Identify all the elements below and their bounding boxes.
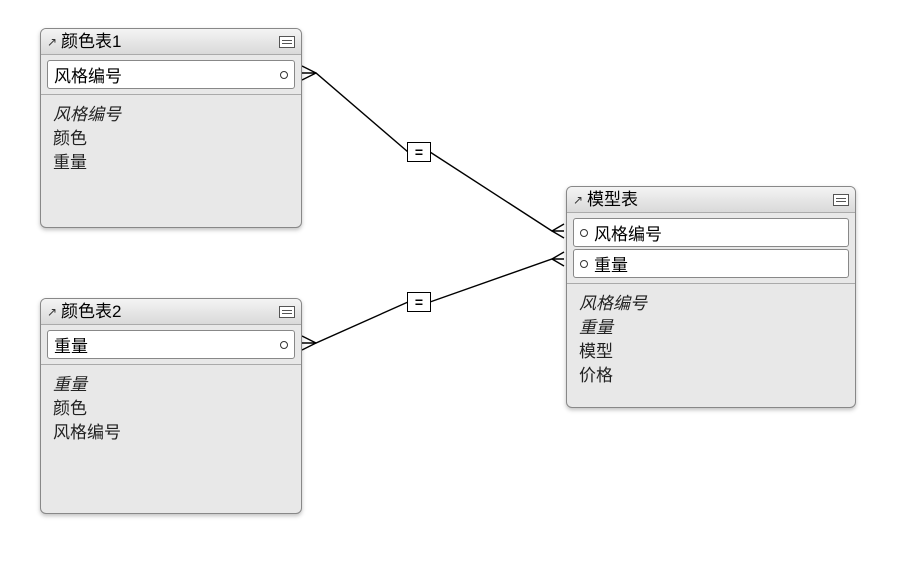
table-model-field-3[interactable]: 价格 — [579, 364, 843, 388]
divider — [41, 94, 301, 95]
table-model-field-0[interactable]: 风格编号 — [579, 292, 843, 316]
expand-arrow-icon: ↗ — [47, 305, 61, 319]
table-color1[interactable]: ↗ 颜色表1 风格编号 风格编号 颜色 重量 — [40, 28, 302, 228]
relationship-operator-2[interactable]: = — [407, 292, 431, 312]
table-color1-field-1[interactable]: 颜色 — [53, 127, 289, 151]
table-model-title: 模型表 — [587, 191, 833, 208]
table-color2-field-1[interactable]: 颜色 — [53, 397, 289, 421]
table-color1-key-0-label: 风格编号 — [54, 62, 280, 87]
table-model-titlebar[interactable]: ↗ 模型表 — [567, 187, 855, 213]
table-color2-fields: 重量 颜色 风格编号 — [41, 369, 301, 453]
expand-arrow-icon: ↗ — [47, 35, 61, 49]
table-color1-field-2[interactable]: 重量 — [53, 151, 289, 175]
table-color2-title: 颜色表2 — [61, 303, 279, 320]
menu-icon[interactable] — [833, 194, 849, 206]
table-color1-title: 颜色表1 — [61, 33, 279, 50]
table-color2-field-2[interactable]: 风格编号 — [53, 421, 289, 445]
menu-icon[interactable] — [279, 306, 295, 318]
divider — [41, 364, 301, 365]
table-model-key-0-label: 风格编号 — [594, 220, 842, 245]
connector-dot-icon — [580, 260, 588, 268]
expand-arrow-icon: ↗ — [573, 193, 587, 207]
connector-dot-icon — [280, 341, 288, 349]
table-color1-titlebar[interactable]: ↗ 颜色表1 — [41, 29, 301, 55]
table-model-key-0[interactable]: 风格编号 — [573, 218, 849, 247]
menu-icon[interactable] — [279, 36, 295, 48]
table-model-fields: 风格编号 重量 模型 价格 — [567, 288, 855, 396]
table-color2-key-0-label: 重量 — [54, 332, 280, 357]
connector-dot-icon — [580, 229, 588, 237]
table-color1-field-0[interactable]: 风格编号 — [53, 103, 289, 127]
table-model[interactable]: ↗ 模型表 风格编号 重量 风格编号 重量 模型 价格 — [566, 186, 856, 408]
relationship-operator-1-label: = — [415, 144, 423, 160]
table-model-field-2[interactable]: 模型 — [579, 340, 843, 364]
table-color2[interactable]: ↗ 颜色表2 重量 重量 颜色 风格编号 — [40, 298, 302, 514]
table-color2-titlebar[interactable]: ↗ 颜色表2 — [41, 299, 301, 325]
table-color2-field-0[interactable]: 重量 — [53, 373, 289, 397]
table-color1-key-0[interactable]: 风格编号 — [47, 60, 295, 89]
table-color2-key-0[interactable]: 重量 — [47, 330, 295, 359]
table-model-key-1-label: 重量 — [594, 251, 842, 276]
relationship-diagram-canvas: ↗ 颜色表1 风格编号 风格编号 颜色 重量 ↗ 颜色表2 重量 重量 颜色 风… — [0, 0, 898, 572]
table-model-field-1[interactable]: 重量 — [579, 316, 843, 340]
relationship-operator-1[interactable]: = — [407, 142, 431, 162]
relationship-operator-2-label: = — [415, 294, 423, 310]
table-color1-fields: 风格编号 颜色 重量 — [41, 99, 301, 183]
connector-dot-icon — [280, 71, 288, 79]
table-model-key-1[interactable]: 重量 — [573, 249, 849, 278]
divider — [567, 283, 855, 284]
